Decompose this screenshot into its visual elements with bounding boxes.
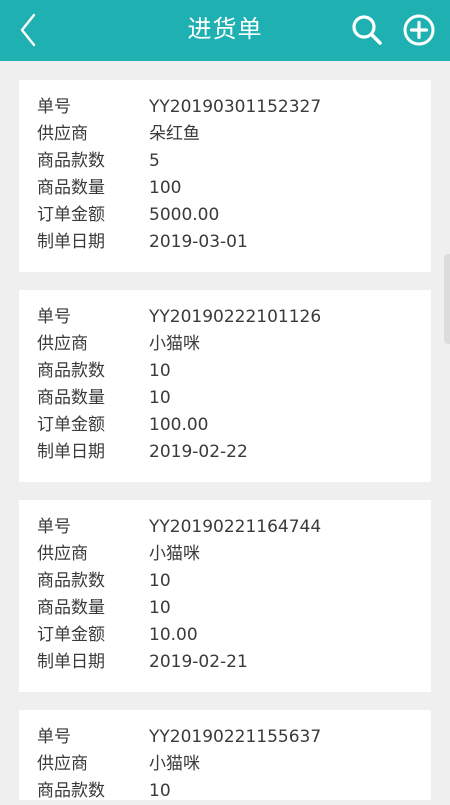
field-label: 商品款数 bbox=[37, 781, 105, 801]
product-types-count: 10 bbox=[149, 781, 171, 801]
field-label: 订单金额 bbox=[37, 205, 105, 225]
order-amount: 10.00 bbox=[149, 625, 198, 645]
order-card[interactable]: 单号 YY20190222101126 供应商 小猫咪 商品款数 10 商品数量… bbox=[19, 290, 431, 482]
field-label: 单号 bbox=[37, 307, 71, 327]
order-number-row: 单号 YY20190222101126 bbox=[37, 304, 417, 331]
field-label: 商品款数 bbox=[37, 151, 105, 171]
product-types-row: 商品款数 10 bbox=[37, 568, 417, 595]
add-order-button[interactable] bbox=[401, 12, 437, 48]
product-quantity-row: 商品数量 100 bbox=[37, 175, 417, 202]
field-label: 制单日期 bbox=[37, 442, 105, 462]
field-label: 供应商 bbox=[37, 334, 88, 354]
supplier-row: 供应商 朵红鱼 bbox=[37, 121, 417, 148]
field-label: 商品数量 bbox=[37, 178, 105, 198]
app-header: 进货单 bbox=[0, 0, 450, 61]
supplier-row: 供应商 小猫咪 bbox=[37, 331, 417, 358]
field-label: 供应商 bbox=[37, 754, 88, 774]
search-button[interactable] bbox=[349, 12, 385, 48]
order-date: 2019-02-21 bbox=[149, 652, 248, 672]
supplier-name: 小猫咪 bbox=[149, 544, 200, 564]
order-date: 2019-03-01 bbox=[149, 232, 248, 252]
order-number: YY20190221155637 bbox=[149, 727, 322, 747]
order-amount: 100.00 bbox=[149, 415, 209, 435]
order-number: YY20190222101126 bbox=[149, 307, 322, 327]
supplier-row: 供应商 小猫咪 bbox=[37, 541, 417, 568]
order-date-row: 制单日期 2019-02-21 bbox=[37, 649, 417, 676]
order-amount-row: 订单金额 5000.00 bbox=[37, 202, 417, 229]
field-label: 商品数量 bbox=[37, 388, 105, 408]
order-amount: 5000.00 bbox=[149, 205, 220, 225]
field-label: 供应商 bbox=[37, 124, 88, 144]
product-types-row: 商品款数 10 bbox=[37, 778, 417, 805]
field-label: 供应商 bbox=[37, 544, 88, 564]
product-types-count: 10 bbox=[149, 361, 171, 381]
product-quantity: 10 bbox=[149, 598, 171, 618]
order-card[interactable]: 单号 YY20190221164744 供应商 小猫咪 商品款数 10 商品数量… bbox=[19, 500, 431, 692]
field-label: 制单日期 bbox=[37, 652, 105, 672]
scrollbar-handle[interactable] bbox=[444, 254, 450, 344]
order-number: YY20190301152327 bbox=[149, 97, 322, 117]
field-label: 单号 bbox=[37, 727, 71, 747]
order-date: 2019-02-22 bbox=[149, 442, 248, 462]
field-label: 商品数量 bbox=[37, 598, 105, 618]
supplier-name: 朵红鱼 bbox=[149, 124, 200, 144]
search-icon bbox=[352, 15, 382, 45]
field-label: 订单金额 bbox=[37, 625, 105, 645]
product-quantity: 10 bbox=[149, 388, 171, 408]
order-amount-row: 订单金额 10.00 bbox=[37, 622, 417, 649]
order-number-row: 单号 YY20190221155637 bbox=[37, 724, 417, 751]
field-label: 制单日期 bbox=[37, 232, 105, 252]
field-label: 订单金额 bbox=[37, 415, 105, 435]
order-card[interactable]: 单号 YY20190301152327 供应商 朵红鱼 商品款数 5 商品数量 … bbox=[19, 80, 431, 272]
product-quantity: 100 bbox=[149, 178, 182, 198]
supplier-name: 小猫咪 bbox=[149, 754, 200, 774]
product-types-row: 商品款数 5 bbox=[37, 148, 417, 175]
product-quantity-row: 商品数量 10 bbox=[37, 595, 417, 622]
field-label: 单号 bbox=[37, 97, 71, 117]
product-types-row: 商品款数 10 bbox=[37, 358, 417, 385]
field-label: 商品款数 bbox=[37, 571, 105, 591]
order-card[interactable]: 单号 YY20190221155637 供应商 小猫咪 商品款数 10 bbox=[19, 710, 431, 801]
product-types-count: 10 bbox=[149, 571, 171, 591]
order-number-row: 单号 YY20190221164744 bbox=[37, 514, 417, 541]
field-label: 商品款数 bbox=[37, 361, 105, 381]
supplier-row: 供应商 小猫咪 bbox=[37, 751, 417, 778]
order-date-row: 制单日期 2019-02-22 bbox=[37, 439, 417, 466]
field-label: 单号 bbox=[37, 517, 71, 537]
product-types-count: 5 bbox=[149, 151, 160, 171]
order-number: YY20190221164744 bbox=[149, 517, 322, 537]
supplier-name: 小猫咪 bbox=[149, 334, 200, 354]
order-amount-row: 订单金额 100.00 bbox=[37, 412, 417, 439]
product-quantity-row: 商品数量 10 bbox=[37, 385, 417, 412]
order-date-row: 制单日期 2019-03-01 bbox=[37, 229, 417, 256]
plus-circle-icon bbox=[403, 14, 435, 46]
order-number-row: 单号 YY20190301152327 bbox=[37, 94, 417, 121]
